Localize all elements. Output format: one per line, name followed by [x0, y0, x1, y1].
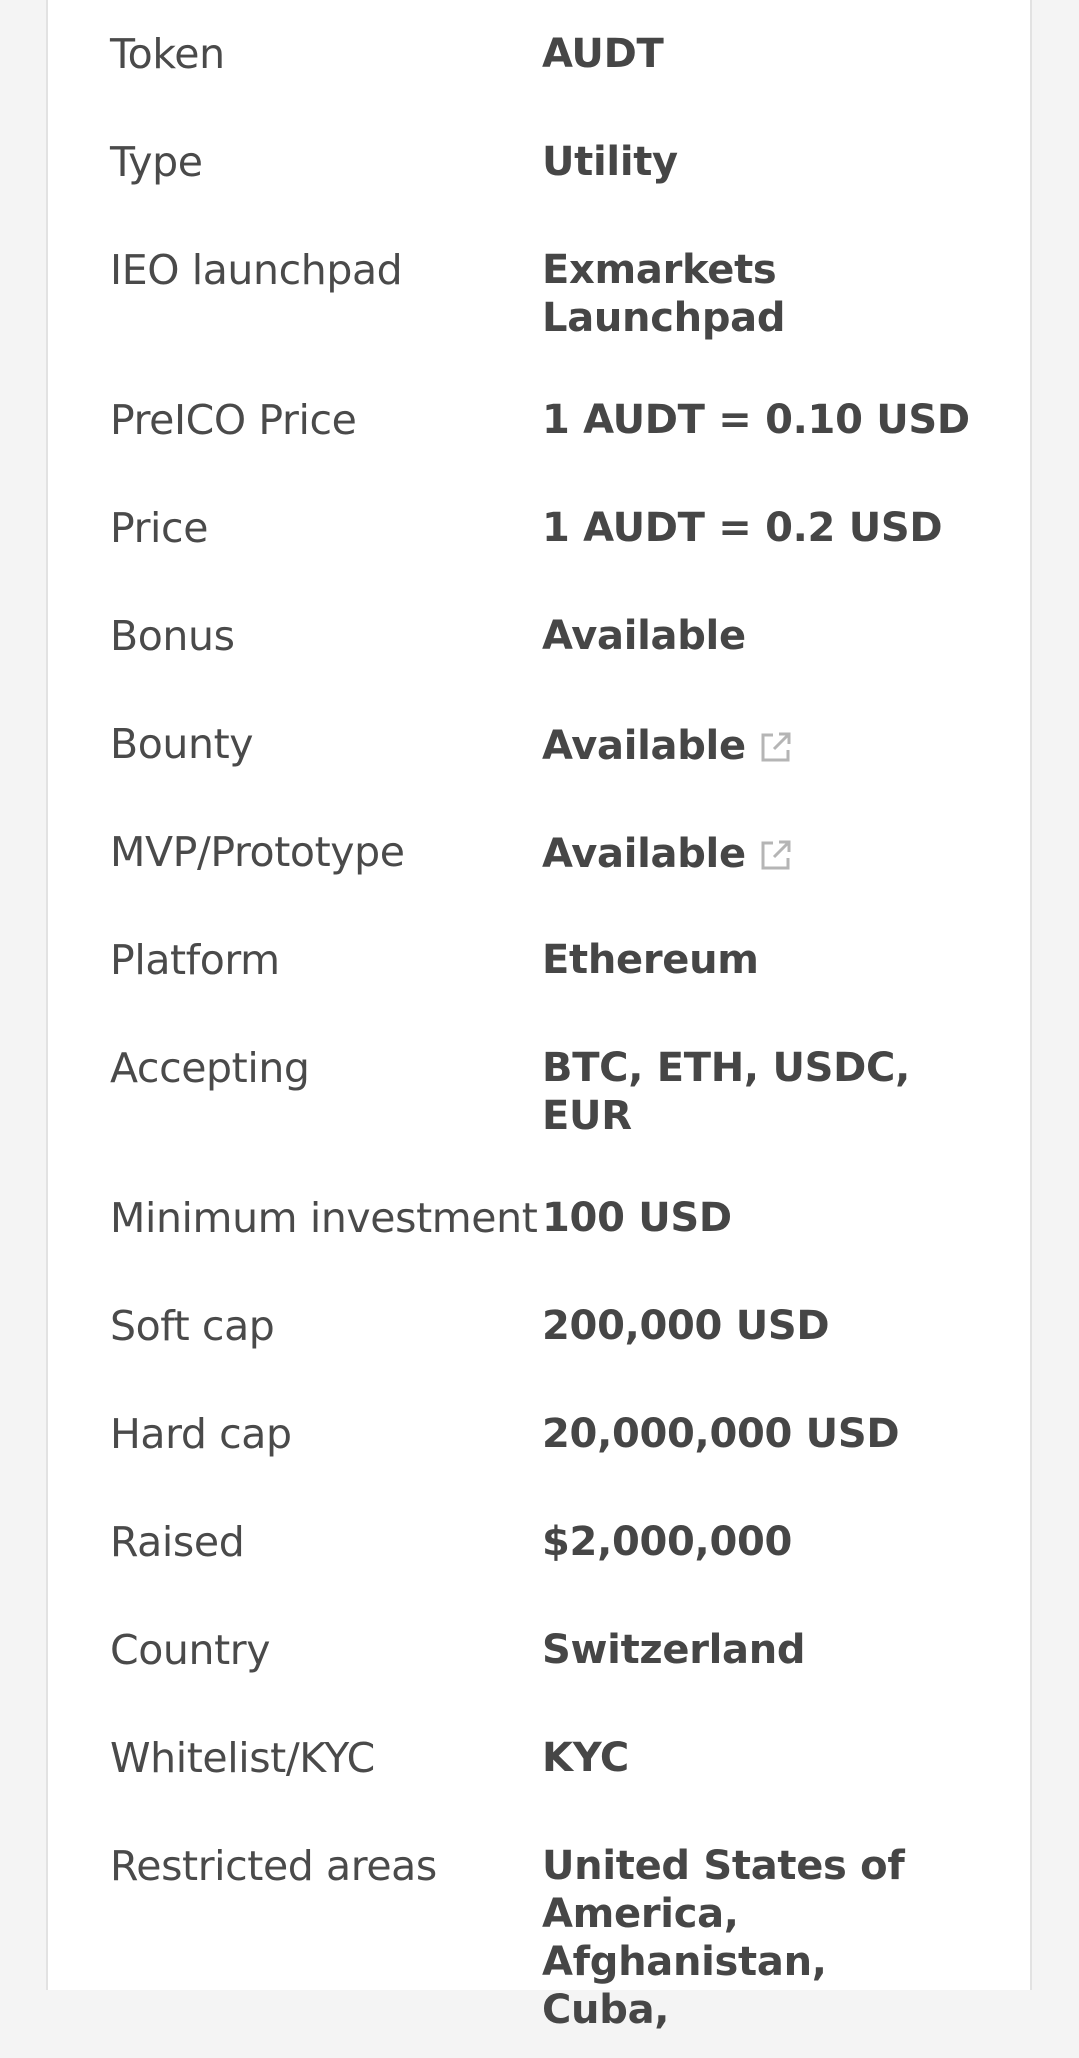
- external-link-icon[interactable]: [758, 836, 794, 872]
- detail-label: MVP/Prototype: [110, 828, 405, 876]
- detail-value: $2,000,000: [542, 1519, 793, 1565]
- detail-label: IEO launchpad: [110, 246, 403, 294]
- detail-value: 20,000,000 USD: [542, 1411, 900, 1457]
- ico-details-card: Token AUDT Type Utility IEO launchpad Ex…: [46, 0, 1032, 2033]
- detail-value-text: Available: [542, 723, 746, 769]
- detail-label: Token: [110, 30, 225, 78]
- detail-row-token: Token AUDT: [110, 0, 1010, 108]
- detail-row-country: Country Switzerland: [110, 1596, 1010, 1704]
- ico-details-list: Token AUDT Type Utility IEO launchpad Ex…: [110, 0, 1010, 2058]
- detail-row-ieo-launchpad: IEO launchpad Exmarkets Launchpad: [110, 216, 1010, 366]
- detail-label: Hard cap: [110, 1410, 292, 1458]
- detail-row-platform: Platform Ethereum: [110, 906, 1010, 1014]
- detail-label: Bounty: [110, 720, 254, 768]
- detail-value-text: Available: [542, 831, 746, 877]
- detail-value: Exmarkets Launchpad: [542, 247, 786, 341]
- detail-value: 100 USD: [542, 1195, 732, 1241]
- detail-value: AUDT: [542, 31, 664, 77]
- detail-value: Available: [542, 828, 1010, 878]
- detail-row-raised: Raised $2,000,000: [110, 1488, 1010, 1596]
- detail-value: KYC: [542, 1735, 629, 1781]
- detail-value: Ethereum: [542, 937, 759, 983]
- detail-label: Restricted areas: [110, 1842, 437, 1890]
- detail-label: Minimum investment: [110, 1194, 538, 1242]
- detail-label: Soft cap: [110, 1302, 275, 1350]
- detail-row-bounty: Bounty Available: [110, 690, 1010, 798]
- detail-label: PreICO Price: [110, 396, 357, 444]
- detail-row-accepting: Accepting BTC, ETH, USDC, EUR: [110, 1014, 1010, 1164]
- detail-label: Country: [110, 1626, 271, 1674]
- detail-label: Whitelist/KYC: [110, 1734, 375, 1782]
- detail-row-whitelist-kyc: Whitelist/KYC KYC: [110, 1704, 1010, 1812]
- detail-row-type: Type Utility: [110, 108, 1010, 216]
- detail-value: United States of America, Afghanistan, C…: [542, 1843, 905, 2033]
- external-link-icon[interactable]: [758, 728, 794, 764]
- detail-label: Type: [110, 138, 203, 186]
- detail-label: Bonus: [110, 612, 235, 660]
- detail-row-restricted-areas: Restricted areas United States of Americ…: [110, 1812, 1010, 2058]
- detail-value: BTC, ETH, USDC, EUR: [542, 1045, 911, 1139]
- detail-row-bonus: Bonus Available: [110, 582, 1010, 690]
- detail-row-hard-cap: Hard cap 20,000,000 USD: [110, 1380, 1010, 1488]
- detail-value: Available: [542, 613, 746, 659]
- detail-label: Raised: [110, 1518, 245, 1566]
- detail-value: Available: [542, 720, 1010, 770]
- detail-label: Platform: [110, 936, 280, 984]
- detail-value: 200,000 USD: [542, 1303, 830, 1349]
- detail-row-soft-cap: Soft cap 200,000 USD: [110, 1272, 1010, 1380]
- detail-row-mvp-prototype: MVP/Prototype Available: [110, 798, 1010, 906]
- detail-label: Accepting: [110, 1044, 310, 1092]
- detail-value: 1 AUDT = 0.10 USD: [542, 397, 970, 443]
- detail-value: Utility: [542, 139, 678, 185]
- detail-row-price: Price 1 AUDT = 0.2 USD: [110, 474, 1010, 582]
- detail-row-preico-price: PreICO Price 1 AUDT = 0.10 USD: [110, 366, 1010, 474]
- detail-value: Switzerland: [542, 1627, 806, 1673]
- detail-label: Price: [110, 504, 209, 552]
- detail-value: 1 AUDT = 0.2 USD: [542, 505, 943, 551]
- detail-row-minimum-investment: Minimum investment 100 USD: [110, 1164, 1010, 1272]
